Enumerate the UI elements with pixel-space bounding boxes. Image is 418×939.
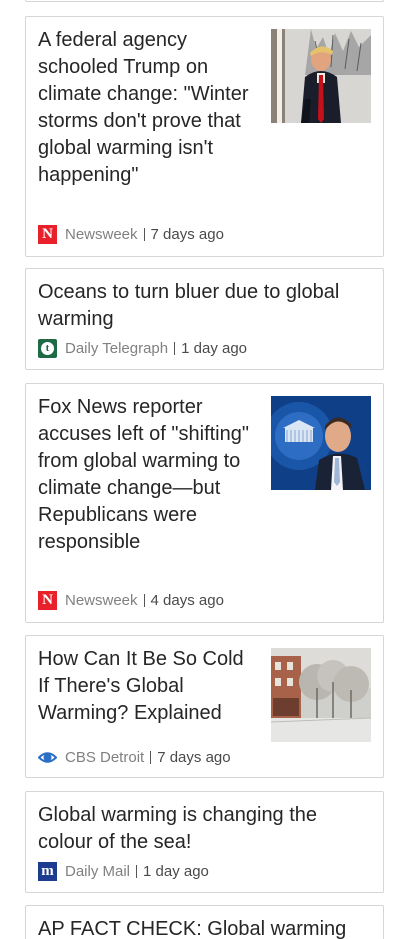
article-card[interactable]: A federal agency schooled Trump on clima…	[25, 16, 384, 257]
snowy-street-photo	[271, 648, 371, 742]
timestamp: 1 day ago	[143, 863, 209, 880]
article-meta: t Daily Telegraph 1 day ago	[38, 339, 247, 358]
person-in-red-tie-photo	[271, 29, 371, 123]
meta-divider	[143, 594, 145, 607]
meta-divider	[150, 751, 152, 764]
article-card[interactable]: Fox News reporter accuses left of "shift…	[25, 383, 384, 623]
article-thumbnail[interactable]	[271, 396, 371, 490]
article-meta: N Newsweek 4 days ago	[38, 591, 224, 610]
article-headline[interactable]: How Can It Be So Cold If There's Global …	[38, 646, 260, 727]
article-meta: N Newsweek 7 days ago	[38, 225, 224, 244]
timestamp: 7 days ago	[157, 749, 231, 766]
news-feed: A federal agency schooled Trump on clima…	[0, 0, 418, 939]
newsweek-logo-icon: N	[38, 225, 57, 244]
source-name[interactable]: Daily Mail	[65, 863, 130, 880]
telegraph-logo-icon: t	[38, 339, 57, 358]
source-name[interactable]: Daily Telegraph	[65, 340, 168, 357]
timestamp: 1 day ago	[181, 340, 248, 357]
article-card[interactable]: Oceans to turn bluer due to global warmi…	[25, 268, 384, 370]
article-headline[interactable]: Global warming is changing the colour of…	[38, 802, 368, 856]
meta-divider	[143, 228, 145, 241]
article-headline[interactable]: Fox News reporter accuses left of "shift…	[38, 394, 260, 556]
newsweek-logo-icon: N	[38, 591, 57, 610]
source-name[interactable]: CBS Detroit	[65, 749, 144, 766]
timestamp: 7 days ago	[150, 226, 224, 243]
timestamp: 4 days ago	[150, 592, 224, 609]
article-headline[interactable]: AP FACT CHECK: Global warming	[38, 916, 368, 939]
article-card-previous[interactable]	[25, 0, 384, 2]
article-thumbnail[interactable]	[271, 648, 371, 742]
meta-divider	[136, 865, 138, 878]
article-card[interactable]: How Can It Be So Cold If There's Global …	[25, 635, 384, 778]
article-headline[interactable]: A federal agency schooled Trump on clima…	[38, 27, 260, 189]
reporter-press-room-photo	[271, 396, 371, 490]
article-headline[interactable]: Oceans to turn bluer due to global warmi…	[38, 279, 368, 333]
article-meta: m Daily Mail 1 day ago	[38, 862, 209, 881]
cbs-eye-logo-icon	[38, 748, 57, 767]
article-card[interactable]: Global warming is changing the colour of…	[25, 791, 384, 893]
article-meta: CBS Detroit 7 days ago	[38, 748, 231, 767]
article-thumbnail[interactable]	[271, 29, 371, 123]
meta-divider	[174, 342, 176, 355]
dailymail-logo-icon: m	[38, 862, 57, 881]
article-card[interactable]: AP FACT CHECK: Global warming	[25, 905, 384, 939]
source-name[interactable]: Newsweek	[65, 592, 138, 609]
source-name[interactable]: Newsweek	[65, 226, 138, 243]
